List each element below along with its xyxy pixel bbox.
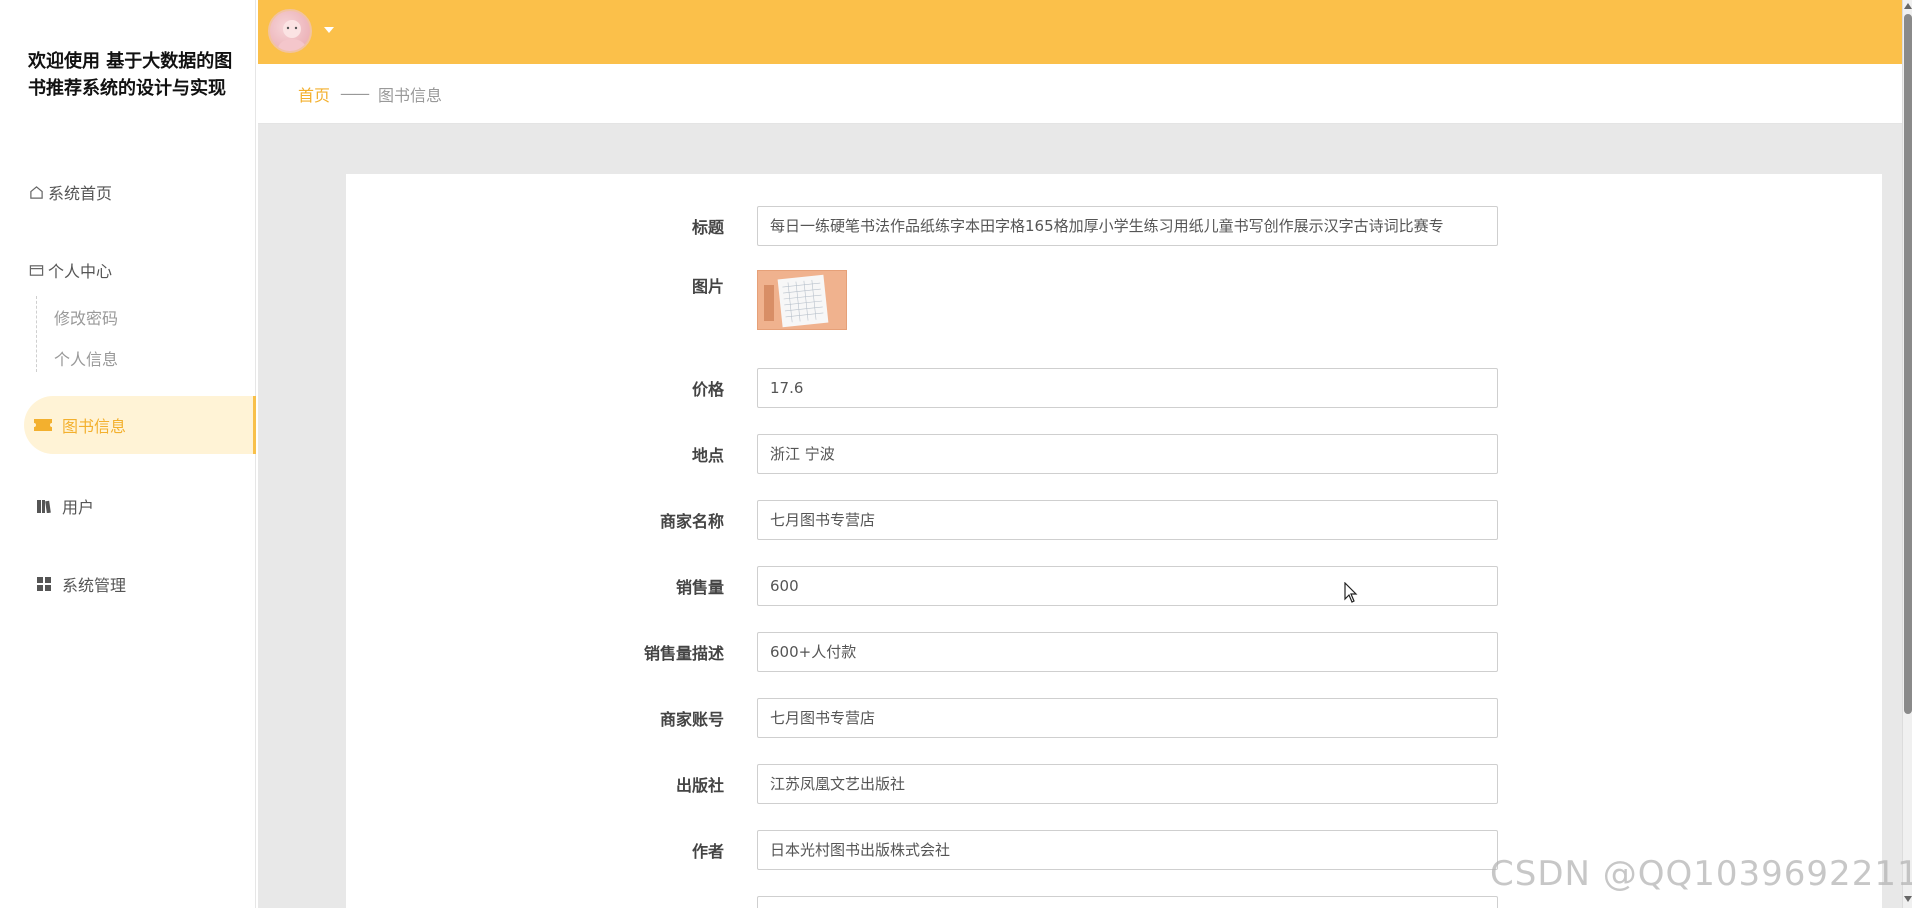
- page-scrollbar[interactable]: [1902, 0, 1912, 908]
- publisher-field[interactable]: 江苏凤凰文艺出版社: [757, 764, 1498, 804]
- next-field[interactable]: [757, 896, 1498, 908]
- grid-icon: [36, 576, 52, 592]
- form-row-location: 地点 浙江 宁波: [346, 434, 1882, 474]
- form-row-shop-name: 商家名称 七月图书专营店: [346, 500, 1882, 540]
- scroll-down-arrow-icon[interactable]: [1904, 896, 1912, 902]
- submenu-guide-line: [36, 296, 37, 372]
- sales-desc-field[interactable]: 600+人付款: [757, 632, 1498, 672]
- chevron-down-icon[interactable]: [324, 27, 334, 33]
- form-row-next: [346, 896, 1882, 908]
- menu-item-personal-center-label: 个人中心: [48, 262, 113, 281]
- price-label: 价格: [691, 380, 724, 399]
- title-field[interactable]: 每日一练硬笔书法作品纸练字本田字格165格加厚小学生练习用纸儿童书写创作展示汉字…: [757, 206, 1498, 246]
- location-label: 地点: [691, 446, 724, 465]
- form-row-price: 价格 17.6: [346, 368, 1882, 408]
- form-row-sales-desc: 销售量描述 600+人付款: [346, 632, 1882, 672]
- menu-item-users-label: 用户: [62, 498, 95, 517]
- wallet-icon: [28, 262, 44, 278]
- sub-item-personal-info[interactable]: 个人信息: [54, 346, 118, 370]
- breadcrumb: 首页 —— 图书信息: [258, 64, 1902, 124]
- sales-field[interactable]: 600: [757, 566, 1498, 606]
- shop-account-field[interactable]: 七月图书专营店: [757, 698, 1498, 738]
- app-title: 欢迎使用 基于大数据的图书推荐系统的设计与实现: [28, 51, 233, 99]
- form-row-image: 图片: [346, 270, 1882, 332]
- menu-item-home-label: 系统首页: [48, 184, 113, 203]
- menu-item-book-info-label: 图书信息: [62, 417, 127, 436]
- author-field[interactable]: 日本光村图书出版株式会社: [757, 830, 1498, 870]
- breadcrumb-current: 图书信息: [378, 85, 443, 105]
- ticket-icon: [34, 416, 52, 435]
- menu-item-system-manage-label: 系统管理: [62, 576, 127, 595]
- watermark: CSDN @QQ1039692211: [1490, 854, 1912, 894]
- user-avatar[interactable]: [268, 9, 312, 53]
- sub-item-change-password[interactable]: 修改密码: [54, 305, 118, 329]
- sales-desc-label: 销售量描述: [643, 644, 724, 663]
- home-icon: [28, 184, 44, 200]
- image-label: 图片: [691, 277, 724, 296]
- mouse-cursor-icon: [1344, 581, 1358, 608]
- form-row-sales: 销售量 600: [346, 566, 1882, 606]
- menu-item-users[interactable]: 用户: [36, 494, 94, 518]
- shop-name-field[interactable]: 七月图书专营店: [757, 500, 1498, 540]
- menu-item-personal-center[interactable]: 个人中心: [28, 258, 112, 282]
- book-detail-form: 标题 每日一练硬笔书法作品纸练字本田字格165格加厚小学生练习用纸儿童书写创作展…: [346, 174, 1882, 908]
- top-bar: [258, 0, 1902, 64]
- form-row-publisher: 出版社 江苏凤凰文艺出版社: [346, 764, 1882, 804]
- author-label: 作者: [691, 842, 724, 861]
- breadcrumb-home[interactable]: 首页: [298, 82, 330, 106]
- price-field[interactable]: 17.6: [757, 368, 1498, 408]
- shop-account-label: 商家账号: [659, 710, 724, 729]
- publisher-label: 出版社: [675, 776, 724, 795]
- books-icon: [36, 498, 52, 514]
- menu-item-system-manage[interactable]: 系统管理: [36, 572, 126, 596]
- scroll-up-arrow-icon[interactable]: [1904, 3, 1912, 9]
- form-row-shop-account: 商家账号 七月图书专营店: [346, 698, 1882, 738]
- location-field[interactable]: 浙江 宁波: [757, 434, 1498, 474]
- form-row-title: 标题 每日一练硬笔书法作品纸练字本田字格165格加厚小学生练习用纸儿童书写创作展…: [346, 206, 1882, 246]
- book-image[interactable]: [757, 270, 847, 330]
- title-label: 标题: [691, 218, 724, 237]
- shop-name-label: 商家名称: [659, 512, 724, 531]
- breadcrumb-separator: ——: [340, 84, 370, 103]
- scroll-thumb[interactable]: [1904, 14, 1912, 714]
- sales-label: 销售量: [675, 578, 724, 597]
- menu-item-book-info[interactable]: 图书信息: [24, 396, 256, 454]
- sidebar: 欢迎使用 基于大数据的图书推荐系统的设计与实现 系统首页 个人中心 修改密码 个…: [0, 0, 256, 908]
- menu-item-home[interactable]: 系统首页: [28, 180, 112, 204]
